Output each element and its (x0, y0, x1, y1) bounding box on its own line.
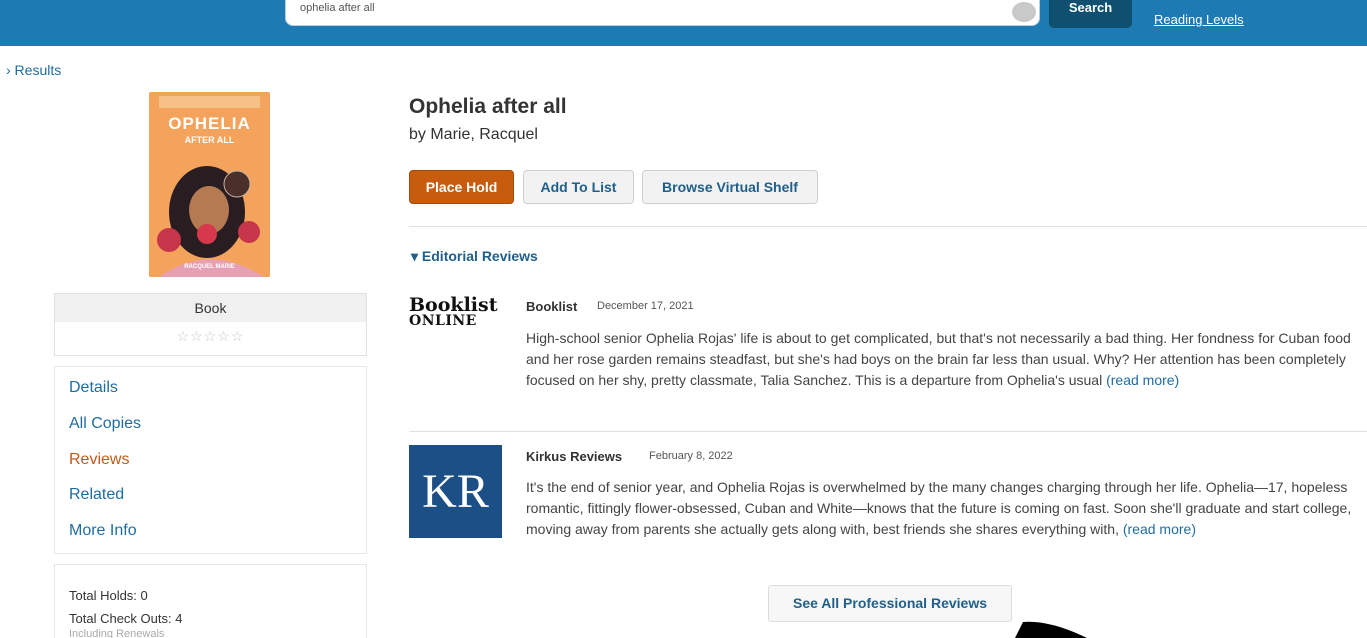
star-rating-icon[interactable]: ☆☆☆☆☆ (55, 328, 366, 345)
place-hold-button[interactable]: Place Hold (409, 170, 514, 204)
divider (409, 431, 1367, 432)
read-more-link-kirkus[interactable]: (read more) (1123, 521, 1196, 537)
total-checkouts: Total Check Outs: 4 (69, 611, 183, 626)
search-input-value: ophelia after all (300, 2, 375, 14)
record-nav-panel: Details All Copies Reviews Related More … (54, 366, 367, 554)
review-date-booklist: December 17, 2021 (597, 300, 694, 312)
nav-item-all-copies[interactable]: All Copies (69, 415, 141, 433)
review-text-kirkus: It's the end of senior year, and Ophelia… (526, 477, 1366, 540)
kirkus-reviews-logo: KR (409, 445, 502, 538)
circulation-stats-panel: Total Holds: 0 Total Check Outs: 4 Inclu… (54, 564, 367, 638)
review-text-booklist: High-school senior Ophelia Rojas' life i… (526, 328, 1366, 391)
cover-author: RACQUEL MARIE (184, 264, 235, 270)
clear-search-icon[interactable] (1012, 2, 1036, 22)
search-button[interactable]: Search (1049, 0, 1132, 28)
total-holds: Total Holds: 0 (69, 588, 148, 603)
book-title: Ophelia after all (409, 95, 567, 118)
nav-item-details[interactable]: Details (69, 379, 118, 397)
format-label: Book (55, 294, 366, 322)
nav-item-reviews[interactable]: Reviews (69, 451, 129, 469)
arrow-annotation-icon (1015, 621, 1087, 638)
booklist-logo-line1: Booklist (409, 294, 498, 316)
review-body-kirkus: It's the end of senior year, and Ophelia… (526, 479, 1352, 537)
reading-levels-link[interactable]: Reading Levels (1154, 12, 1244, 27)
booklist-logo: Booklist ONLINE (409, 296, 504, 330)
nav-item-related[interactable]: Related (69, 486, 124, 504)
review-body-booklist: High-school senior Ophelia Rojas' life i… (526, 330, 1351, 388)
browse-virtual-shelf-button[interactable]: Browse Virtual Shelf (642, 170, 818, 204)
page: { "header": { "search_value": "ophelia a… (0, 0, 1367, 638)
divider (409, 226, 1367, 227)
nav-item-more-info[interactable]: More Info (69, 522, 137, 540)
format-panel: Book ☆☆☆☆☆ (54, 293, 367, 356)
read-more-link-booklist[interactable]: (read more) (1106, 372, 1179, 388)
editorial-reviews-toggle[interactable]: ▾ Editorial Reviews (411, 248, 538, 265)
cover-title-line2: AFTER ALL (185, 135, 235, 145)
book-cover-art: OPHELIA AFTER ALL RACQUEL MARIE (149, 92, 270, 277)
breadcrumb-results-link[interactable]: › Results (6, 62, 61, 78)
search-input[interactable]: ophelia after all (285, 0, 1040, 26)
including-renewals: Including Renewals (69, 628, 165, 638)
book-author: by Marie, Racquel (409, 126, 538, 143)
see-all-professional-reviews-button[interactable]: See All Professional Reviews (768, 585, 1012, 622)
booklist-logo-line2: ONLINE (409, 313, 477, 329)
add-to-list-button[interactable]: Add To List (523, 170, 634, 204)
review-source-kirkus: Kirkus Reviews (526, 449, 623, 464)
cover-title-line1: OPHELIA (168, 114, 251, 133)
book-cover-image[interactable]: OPHELIA AFTER ALL RACQUEL MARIE (149, 92, 270, 277)
review-date-kirkus: February 8, 2022 (649, 450, 733, 462)
review-source-booklist: Booklist (526, 299, 578, 314)
